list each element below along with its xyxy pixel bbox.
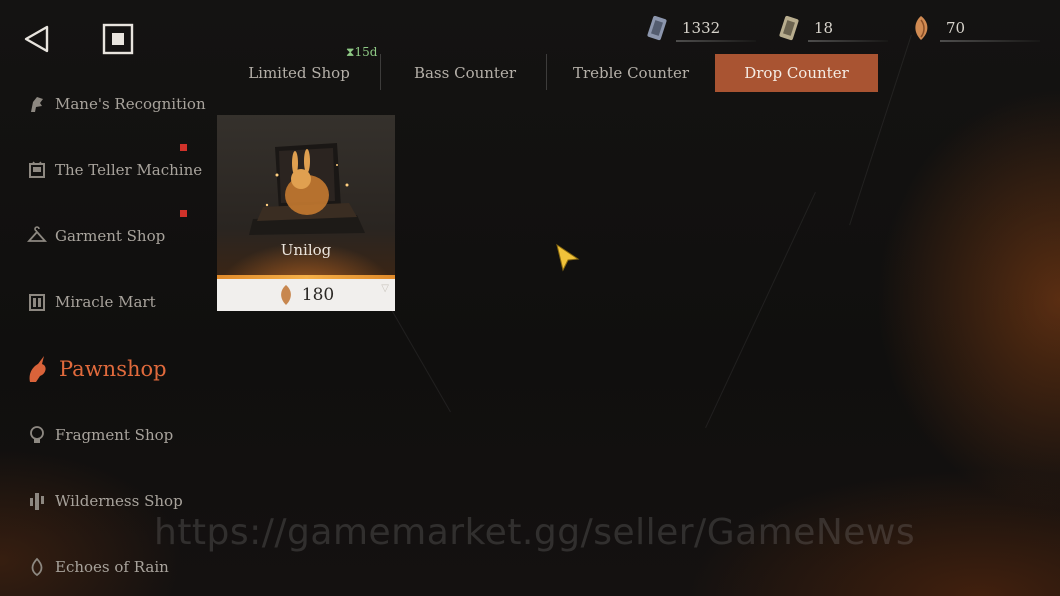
sidebar-item-garment-shop[interactable]: Garment Shop [26, 221, 165, 251]
drop-shell-icon [915, 16, 928, 40]
item-name: Unilog [280, 241, 332, 259]
tab-divider [380, 54, 381, 90]
notification-badge [180, 144, 187, 151]
hanger-icon [26, 225, 48, 247]
currency-amount: 1332 [682, 19, 721, 37]
sidebar-item-label: Echoes of Rain [55, 558, 169, 576]
currency-ticket-pass: 1332 [646, 14, 756, 42]
rain-drop-icon [26, 556, 48, 578]
currency-amount: 18 [814, 19, 834, 37]
tab-divider [546, 54, 547, 90]
teller-machine-icon [26, 159, 48, 181]
currency-gold-ticket: 18 [778, 14, 888, 42]
sidebar-item-teller-machine[interactable]: The Teller Machine [26, 155, 202, 185]
sidebar-item-label: Mane's Recognition [55, 95, 206, 113]
currency-drop-shell: 70 [910, 14, 1040, 42]
horse-head-icon [26, 93, 48, 115]
back-button[interactable] [22, 24, 52, 54]
currency-underline [808, 40, 888, 42]
sidebar-item-manes-recognition[interactable]: Mane's Recognition [26, 89, 206, 119]
currency-underline [940, 40, 1040, 42]
notification-badge [180, 210, 187, 217]
tab-treble-counter[interactable]: Treble Counter [562, 54, 700, 92]
sidebar-item-label: Garment Shop [55, 227, 166, 245]
sidebar-item-label: Fragment Shop [55, 426, 174, 444]
sidebar-item-label: Wilderness Shop [55, 492, 183, 510]
gold-ticket-icon [779, 15, 799, 41]
sidebar-item-label: The Teller Machine [55, 161, 203, 179]
back-triangle-icon [24, 25, 49, 53]
shop-item-card[interactable]: Unilog 180 ▽ [217, 115, 395, 311]
home-button[interactable] [102, 23, 134, 55]
sidebar-item-label: Pawnshop [59, 357, 167, 381]
ticket-pass-icon [647, 15, 667, 41]
tab-drop-counter[interactable]: Drop Counter [715, 54, 878, 92]
sidebar-item-miracle-mart[interactable]: Miracle Mart [26, 287, 156, 317]
item-price-value: 180 [301, 285, 335, 305]
sidebar-item-label: Miracle Mart [55, 293, 156, 311]
currency-amount: 70 [946, 19, 966, 37]
mouse-cursor-icon [556, 243, 580, 272]
stop-square-icon [102, 23, 134, 55]
mart-icon [26, 291, 48, 313]
currency-underline [676, 40, 756, 42]
sidebar-item-pawnshop[interactable]: Pawnshop [26, 352, 167, 386]
cactus-icon [26, 490, 48, 512]
sidebar-item-fragment-shop[interactable]: Fragment Shop [26, 420, 173, 450]
rabbit-figurine-box-icon [249, 143, 365, 235]
corner-mark-icon: ▽ [381, 283, 389, 294]
tab-bass-counter[interactable]: Bass Counter [398, 54, 532, 92]
sidebar-item-echoes-of-rain[interactable]: Echoes of Rain [26, 552, 169, 582]
lightbulb-icon [26, 424, 48, 446]
watermark-text: https://gamemarket.gg/seller/GameNews [154, 512, 916, 553]
tab-limited-shop[interactable]: Limited Shop [232, 54, 366, 92]
drop-shell-icon [280, 285, 291, 305]
item-price: 180 [217, 279, 395, 311]
pawnshop-icon [26, 354, 52, 384]
